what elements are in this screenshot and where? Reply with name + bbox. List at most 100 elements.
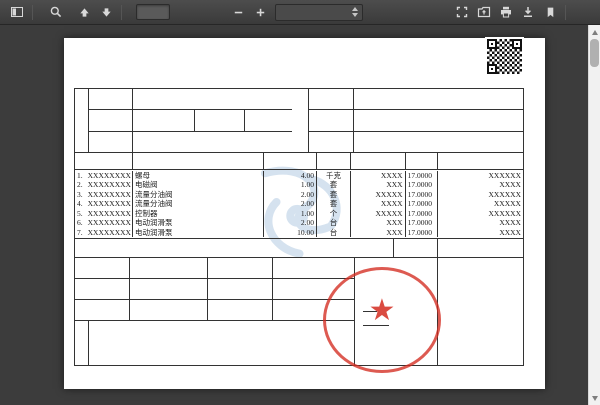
goods-cell-price: XXX: [351, 218, 406, 227]
scroll-up-arrow-icon[interactable]: [589, 27, 600, 37]
goods-cell-price: XXXXX: [351, 190, 406, 199]
goods-cell-tax: XXXX: [438, 180, 523, 189]
print-button[interactable]: [495, 3, 517, 22]
goods-cell-taxno: 1.XXXXXXXX: [75, 171, 133, 180]
goods-cell-taxno: 3.XXXXXXXX: [75, 190, 133, 199]
goods-table-header: [75, 153, 523, 170]
open-file-button[interactable]: [473, 3, 495, 22]
remarks-side-label: [75, 321, 89, 365]
field-label: [208, 279, 273, 299]
goods-cell-taxno: 5.XXXXXXXX: [75, 209, 133, 218]
section-details: [75, 258, 523, 365]
goods-cell-name: 电动润滑泵: [133, 228, 264, 237]
goods-cell-price: XXX: [351, 228, 406, 237]
zoom-out-button[interactable]: [227, 3, 249, 22]
goods-cell-price: XXXX: [351, 199, 406, 208]
vertical-scrollbar[interactable]: [588, 25, 600, 405]
document-title: [64, 45, 524, 62]
goods-cell-name: 电动润滑泵: [133, 218, 264, 227]
field-value: [245, 110, 292, 130]
field-value: [273, 300, 354, 320]
maker-field: [363, 310, 377, 312]
fill-unit-box: [355, 258, 438, 365]
form-table: 1.XXXXXXXX螺母4.00千克XXXX17.0000XXXXXX2.XXX…: [74, 88, 524, 366]
receiving-bank-box: [438, 258, 523, 365]
total-value: [438, 239, 523, 257]
bookmark-button[interactable]: [539, 3, 561, 22]
previous-page-button[interactable]: [73, 3, 95, 22]
goods-cell-unit: 个: [317, 209, 351, 218]
field-label: [75, 258, 130, 278]
page-number-input[interactable]: [136, 4, 170, 20]
goods-cell-qty: 4.00: [264, 171, 317, 180]
presentation-mode-button[interactable]: [451, 3, 473, 22]
download-button[interactable]: [517, 3, 539, 22]
goods-cell-unit: 台: [317, 218, 351, 227]
goods-cell-price: XXXX: [351, 171, 406, 180]
goods-row: 2.XXXXXXXX电磁阀1.00套XXX17.0000XXXX: [75, 180, 523, 189]
field-label: [208, 300, 273, 320]
goods-cell-rate: 17.0000: [406, 209, 439, 218]
goods-cell-name: 螺母: [133, 171, 264, 180]
goods-cell-taxno: 6.XXXXXXXX: [75, 218, 133, 227]
payee-side-label: [75, 89, 89, 152]
scrollbar-thumb[interactable]: [590, 39, 599, 67]
pdf-viewer-canvas[interactable]: 1.XXXXXXXX螺母4.00千克XXXX17.0000XXXXXX2.XXX…: [0, 25, 588, 405]
goods-cell-taxno: 7.XXXXXXXX: [75, 228, 133, 237]
more-tools-button[interactable]: [570, 3, 592, 22]
field-label: [309, 110, 354, 130]
search-icon: [49, 5, 63, 19]
toolbar-divider: [565, 5, 566, 20]
scroll-down-arrow-icon[interactable]: [589, 393, 600, 403]
field-value: [354, 132, 523, 152]
toolbar-divider: [32, 5, 33, 20]
goods-cell-rate: 17.0000: [406, 190, 439, 199]
goods-cell-tax: XXXXX: [438, 199, 523, 208]
next-page-button[interactable]: [95, 3, 117, 22]
field-label: [89, 110, 133, 130]
field-value: [130, 258, 208, 278]
goods-row: 1.XXXXXXXX螺母4.00千克XXXX17.0000XXXXXX: [75, 171, 523, 180]
find-button[interactable]: [45, 3, 67, 22]
minus-icon: [232, 6, 245, 19]
folder-open-icon: [477, 5, 491, 19]
goods-row: 3.XXXXXXXX流量分油阀2.00套XXXXX17.0000XXXXXX: [75, 190, 523, 199]
goods-cell-name: 流量分油阀: [133, 199, 264, 208]
zoom-scale-select[interactable]: [275, 4, 363, 21]
amount-in-words-row: [75, 239, 523, 258]
goods-cell-taxno: 4.XXXXXXXX: [75, 199, 133, 208]
pdf-toolbar: [0, 0, 600, 25]
goods-cell-unit: 台: [317, 228, 351, 237]
fullscreen-icon: [455, 5, 469, 19]
checker-field: [363, 324, 389, 326]
download-icon: [521, 5, 535, 19]
bookmark-icon: [544, 6, 557, 19]
payer-side-label: [292, 89, 309, 152]
remarks-body: [89, 321, 354, 365]
amount-words: [75, 239, 394, 257]
field-value: [130, 279, 208, 299]
goods-cell-qty: 1.00: [264, 180, 317, 189]
goods-cell-qty: 2.00: [264, 190, 317, 199]
goods-cell-price: XXXXX: [351, 209, 406, 218]
column-header: [438, 153, 523, 169]
sidebar-toggle-button[interactable]: [6, 3, 28, 22]
arrow-up-icon: [78, 6, 91, 19]
field-value: [273, 279, 354, 299]
field-label: [89, 132, 133, 152]
goods-cell-unit: 套: [317, 180, 351, 189]
field-value: [273, 258, 354, 278]
section-parties: [75, 89, 523, 153]
toolbar-divider: [121, 5, 122, 20]
field-value: [133, 89, 292, 109]
zoom-in-button[interactable]: [249, 3, 271, 22]
goods-cell-unit: 千克: [317, 171, 351, 180]
column-header: [406, 153, 439, 169]
goods-cell-rate: 17.0000: [406, 171, 439, 180]
goods-cell-qty: 2.00: [264, 218, 317, 227]
arrow-down-icon: [100, 6, 113, 19]
goods-row: 6.XXXXXXXX电动润滑泵2.00台XXX17.0000XXXX: [75, 218, 523, 227]
goods-cell-qty: 2.00: [264, 199, 317, 208]
goods-cell-rate: 17.0000: [406, 199, 439, 208]
goods-cell-rate: 17.0000: [406, 180, 439, 189]
